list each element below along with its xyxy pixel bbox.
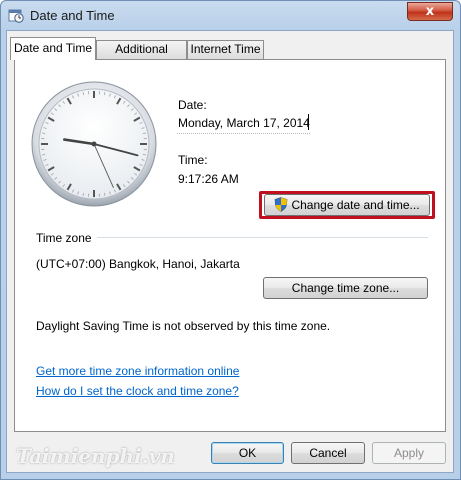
close-icon: x	[425, 4, 435, 19]
change-date-time-label: Change date and time...	[291, 198, 420, 212]
date-underline	[177, 133, 310, 134]
watermark-text: Taimienphi.vn	[16, 444, 175, 468]
clock-center	[91, 141, 97, 147]
analog-clock	[31, 81, 157, 207]
ok-label: OK	[238, 446, 257, 460]
how-to-link[interactable]: How do I set the clock and time zone?	[36, 384, 239, 398]
date-value: Monday, March 17, 2014	[178, 116, 310, 130]
clock-calendar-icon	[8, 9, 24, 23]
tab-additional-clocks[interactable]: Additional Clocks	[96, 40, 187, 73]
dst-note: Daylight Saving Time is not observed by …	[36, 319, 331, 333]
tab-label: Date and Time	[13, 41, 93, 55]
window-title: Date and Time	[30, 8, 115, 23]
time-value: 9:17:26 AM	[178, 172, 239, 186]
ok-button[interactable]: OK	[211, 442, 284, 464]
apply-button[interactable]: Apply	[372, 442, 446, 464]
date-label: Date:	[178, 98, 207, 112]
tab-date-and-time[interactable]: Date and Time	[10, 37, 96, 60]
change-time-zone-label: Change time zone...	[291, 281, 400, 295]
time-zone-value: (UTC+07:00) Bangkok, Hanoi, Jakarta	[36, 257, 240, 271]
apply-label: Apply	[393, 446, 425, 460]
more-info-link[interactable]: Get more time zone information online	[36, 364, 239, 378]
close-button[interactable]: x	[407, 2, 453, 21]
section-divider	[97, 237, 428, 238]
time-label: Time:	[178, 153, 208, 167]
tab-label: Internet Time	[190, 42, 261, 56]
uac-shield-icon	[275, 197, 288, 212]
title-bar[interactable]: Date and Time x	[1, 1, 460, 29]
change-date-time-button[interactable]: Change date and time...	[264, 194, 430, 216]
change-time-zone-button[interactable]: Change time zone...	[263, 277, 428, 299]
cancel-label: Cancel	[309, 446, 347, 460]
cancel-button[interactable]: Cancel	[291, 442, 365, 464]
text-caret	[308, 114, 309, 130]
tab-internet-time[interactable]: Internet Time	[187, 40, 264, 59]
time-zone-heading: Time zone	[36, 231, 92, 245]
